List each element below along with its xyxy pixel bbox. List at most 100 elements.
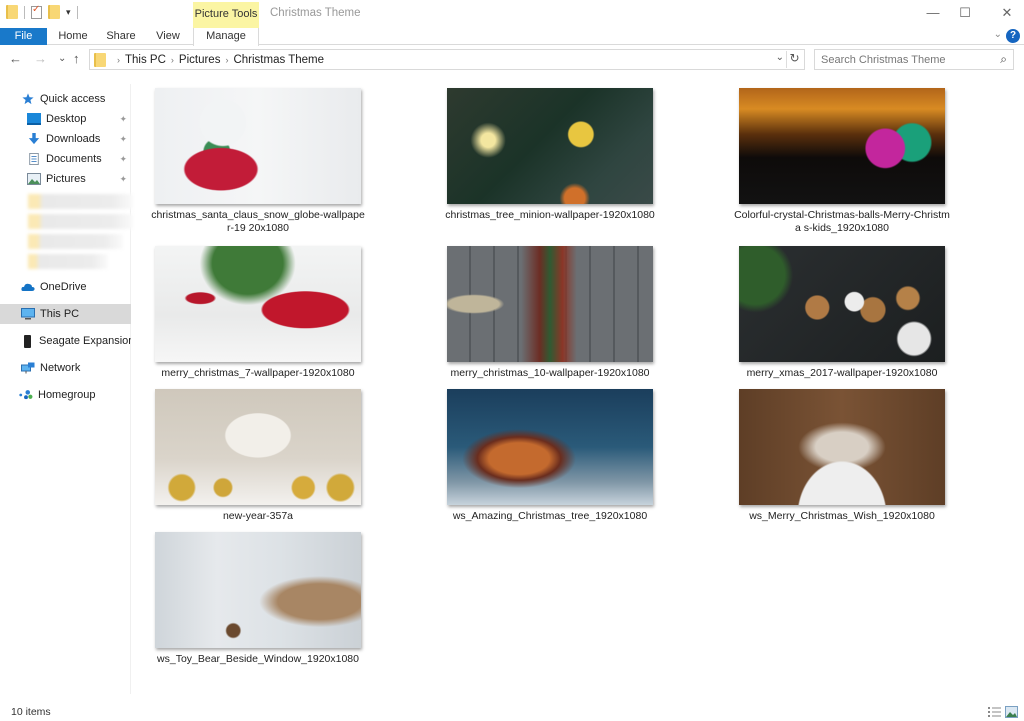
divider <box>24 5 25 19</box>
tab-home[interactable]: Home <box>52 28 94 45</box>
file-name: merry_xmas_2017-wallpaper-1920x1080 <box>746 367 938 379</box>
thumbnail-wooden-door-tree[interactable] <box>447 246 653 362</box>
download-icon <box>28 133 40 145</box>
properties-icon[interactable] <box>31 4 42 19</box>
new-folder-icon[interactable] <box>48 5 60 19</box>
sidebar-item-pictures[interactable]: Pictures ✦ <box>0 169 131 189</box>
ribbon-expand-icon[interactable]: ⌄ <box>994 29 1002 40</box>
sidebar-item-documents[interactable]: Documents ✦ <box>0 149 131 169</box>
details-view-icon[interactable] <box>988 706 1001 718</box>
file-name: christmas_santa_claus_snow_globe-wallpap… <box>151 209 365 234</box>
sidebar-item-label: Seagate Expansion Drive <box>39 335 131 347</box>
blurred-pinned-folder[interactable] <box>28 234 123 249</box>
tab-manage[interactable]: Manage <box>193 28 259 46</box>
up-button[interactable]: ↑ <box>73 51 80 66</box>
file-list: christmas_santa_claus_snow_globe-wallpap… <box>133 84 1024 694</box>
search-icon[interactable]: ⌕ <box>1000 52 1007 67</box>
sidebar-item-label: Documents <box>46 153 102 165</box>
navigation-bar: ← → ⌄ ↑ › This PC › Pictures › Christmas… <box>0 48 1024 72</box>
sidebar-item-label: Homegroup <box>38 389 96 401</box>
thumbnail-snow-globe[interactable] <box>155 88 361 204</box>
drive-icon <box>24 334 31 348</box>
thumbnail-gingerbread[interactable] <box>739 246 945 362</box>
sidebar-item-seagate-drive[interactable]: Seagate Expansion Drive <box>0 331 131 351</box>
file-name: Colorful-crystal-Christmas-balls-Merry-C… <box>734 209 950 234</box>
recent-locations-button[interactable]: ⌄ <box>58 53 66 64</box>
pin-icon[interactable]: ✦ <box>119 114 127 125</box>
homegroup-icon <box>19 390 33 400</box>
sidebar-item-downloads[interactable]: Downloads ✦ <box>0 129 131 149</box>
cloud-icon <box>21 283 35 291</box>
address-bar[interactable]: › This PC › Pictures › Christmas Theme ⌄… <box>89 49 805 70</box>
sidebar-item-network[interactable]: Network <box>0 358 131 378</box>
minimize-button[interactable]: — <box>918 4 948 24</box>
refresh-button[interactable]: ↻ <box>786 51 802 68</box>
tab-file[interactable]: File <box>0 28 47 45</box>
sidebar-item-label: Desktop <box>46 113 87 125</box>
sidebar-item-label: Quick access <box>40 93 106 105</box>
tab-view[interactable]: View <box>148 28 188 45</box>
large-icons-view-icon[interactable] <box>1005 706 1018 718</box>
status-bar: 10 items <box>0 703 1024 721</box>
help-icon[interactable]: ? <box>1006 29 1020 43</box>
sidebar-item-label: This PC <box>40 308 80 320</box>
file-name: ws_Toy_Bear_Beside_Window_1920x1080 <box>157 653 359 665</box>
thumbnail-merry-christmas-wish[interactable] <box>739 389 945 505</box>
address-dropdown-icon[interactable]: ⌄ <box>776 52 784 63</box>
blurred-pinned-folder[interactable] <box>28 194 133 209</box>
breadcrumb-separator[interactable]: › <box>225 55 228 65</box>
documents-icon <box>29 153 39 165</box>
thumbnail-new-year-card[interactable] <box>155 389 361 505</box>
sidebar-item-label: OneDrive <box>40 281 87 293</box>
blurred-pinned-folder[interactable] <box>28 254 108 269</box>
thumbnail-toy-bear[interactable] <box>155 532 361 648</box>
pictures-icon <box>27 173 41 185</box>
pin-icon[interactable]: ✦ <box>119 134 127 145</box>
file-name: new-year-357a <box>222 510 294 522</box>
back-button[interactable]: ← <box>9 51 22 66</box>
network-icon <box>21 362 35 374</box>
breadcrumb-pictures[interactable]: Pictures <box>179 54 221 66</box>
customize-toolbar-icon[interactable]: ▾ <box>66 7 71 18</box>
thumbnail-lit-tree[interactable] <box>447 389 653 505</box>
sidebar-item-label: Network <box>40 362 81 374</box>
file-name: merry_christmas_7-wallpaper-1920x1080 <box>161 367 355 379</box>
thumbnail-snowman-ornament[interactable] <box>155 246 361 362</box>
sidebar-item-label: Downloads <box>46 133 101 145</box>
desktop-icon <box>27 113 41 125</box>
close-button[interactable]: ✕ <box>992 4 1022 24</box>
breadcrumb-this-pc[interactable]: This PC <box>125 54 166 66</box>
tab-share[interactable]: Share <box>100 28 142 45</box>
pin-icon[interactable]: ✦ <box>119 174 127 185</box>
computer-icon <box>21 308 35 320</box>
folder-icon <box>94 52 106 67</box>
thumbnail-minion[interactable] <box>447 88 653 204</box>
navigation-pane: Quick access Desktop ✦ Downloads ✦ Docum… <box>0 84 133 694</box>
sidebar-item-desktop[interactable]: Desktop ✦ <box>0 109 131 129</box>
maximize-button[interactable]: ☐ <box>950 4 980 24</box>
breadcrumb-separator[interactable]: › <box>117 55 120 65</box>
sidebar-item-this-pc[interactable]: This PC <box>0 304 131 324</box>
thumbnail-crystal-balls[interactable] <box>739 88 945 204</box>
sidebar-item-quick-access[interactable]: Quick access <box>0 89 131 109</box>
breadcrumb-separator[interactable]: › <box>171 55 174 65</box>
blurred-pinned-folder[interactable] <box>28 214 133 229</box>
file-name: christmas_tree_minion-wallpaper-1920x108… <box>445 209 655 221</box>
breadcrumb-christmas-theme[interactable]: Christmas Theme <box>233 54 324 66</box>
search-box[interactable]: ⌕ <box>814 49 1014 70</box>
title-bar: ▾ Picture Tools Christmas Theme — ☐ ✕ <box>0 0 1024 28</box>
window-title: Christmas Theme <box>270 7 361 19</box>
forward-button[interactable]: → <box>34 51 47 66</box>
folder-icon[interactable] <box>6 5 18 19</box>
star-icon <box>22 93 34 105</box>
divider <box>76 5 78 19</box>
quick-access-toolbar: ▾ <box>6 4 78 19</box>
sidebar-item-onedrive[interactable]: OneDrive <box>0 277 131 297</box>
item-count: 10 items <box>11 706 51 718</box>
file-name: merry_christmas_10-wallpaper-1920x1080 <box>450 367 650 379</box>
file-name: ws_Amazing_Christmas_tree_1920x1080 <box>452 510 648 522</box>
pin-icon[interactable]: ✦ <box>119 154 127 165</box>
sidebar-item-homegroup[interactable]: Homegroup <box>0 385 131 405</box>
search-input[interactable] <box>815 50 985 69</box>
ribbon-tabs: File Home Share View Manage <box>0 28 1024 46</box>
